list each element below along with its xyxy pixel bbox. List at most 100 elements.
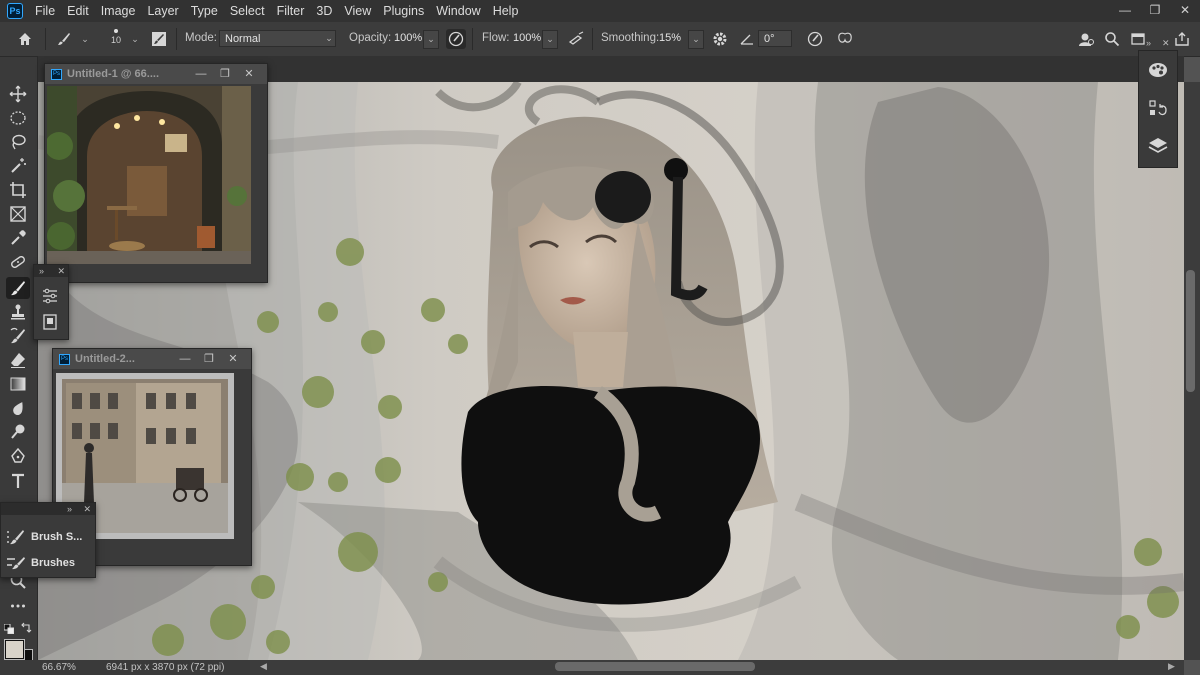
mode-select[interactable]: Normal (219, 30, 336, 47)
chevron-down-icon[interactable]: ⌄ (78, 31, 92, 48)
opacity-value: 100% (394, 32, 423, 44)
document-window-untitled-1[interactable]: Ps Untitled-1 @ 66.... — ❐ ✕ (44, 63, 268, 283)
healing-icon[interactable] (6, 251, 30, 273)
brush-size-picker[interactable]: 10 (108, 26, 124, 52)
close-button[interactable]: ✕ (1170, 0, 1200, 22)
photoshop-doc-icon: Ps (59, 353, 70, 365)
eyedropper-icon[interactable] (6, 227, 30, 249)
panel-collapse-icon[interactable]: » (67, 503, 72, 515)
zoom-level[interactable]: 66.67% (42, 660, 76, 675)
scroll-left-arrow-icon[interactable]: ◀ (260, 661, 267, 672)
menu-plugins[interactable]: Plugins (377, 0, 430, 22)
doc-minimize-button[interactable]: — (189, 64, 213, 84)
doc-close-button[interactable]: ✕ (221, 349, 245, 369)
document-dimensions: 6941 px x 3870 px (72 ppi) (106, 662, 225, 673)
airbrush-icon[interactable] (566, 29, 586, 49)
vertical-scrollbar-thumb[interactable] (1186, 270, 1195, 392)
right-panel-close-icon[interactable]: ✕ (1162, 38, 1170, 49)
mode-label: Mode: (185, 32, 217, 44)
frame-icon[interactable] (6, 203, 30, 225)
status-bar: 66.67% 6941 px x 3870 px (72 ppi) (0, 660, 250, 675)
brush-icon[interactable] (6, 277, 30, 299)
pen-icon[interactable] (6, 445, 30, 467)
right-panel-collapse-icon[interactable]: » (1146, 38, 1151, 48)
document-window-titlebar[interactable]: Ps Untitled-1 @ 66.... — ❐ ✕ (45, 64, 267, 84)
layers-icon[interactable] (1143, 131, 1173, 161)
magic-wand-icon[interactable] (6, 155, 30, 177)
menu-select[interactable]: Select (224, 0, 271, 22)
panel-close-icon[interactable]: ✕ (57, 265, 65, 277)
reference-image-cafe (45, 86, 251, 264)
doc-minimize-button[interactable]: — (173, 349, 197, 369)
opacity-chevron-icon[interactable]: ⌄ (423, 30, 439, 49)
history-panel-icon[interactable] (1143, 93, 1173, 123)
chevron-down-icon: ⌄ (325, 33, 333, 43)
brush-preset-book-icon[interactable] (41, 313, 59, 334)
angle-value: 0° (764, 33, 775, 45)
menu-help[interactable]: Help (487, 0, 525, 22)
window-controls: — ❐ ✕ (1110, 0, 1200, 22)
color-palette-icon[interactable] (1143, 55, 1173, 85)
document-title: Untitled-1 @ 66.... (67, 68, 160, 80)
gear-icon[interactable] (710, 29, 730, 49)
chevron-down-icon[interactable]: ⌄ (128, 31, 142, 48)
brushes-panel-button[interactable]: Brushes (1, 550, 95, 576)
type-icon[interactable] (6, 470, 30, 492)
workspace-icon[interactable] (1128, 29, 1148, 49)
minimize-button[interactable]: — (1110, 0, 1140, 22)
menu-window[interactable]: Window (430, 0, 486, 22)
adjustments-sliders-icon[interactable] (41, 287, 59, 308)
crop-icon[interactable] (6, 179, 30, 201)
history-brush-icon[interactable] (6, 325, 30, 347)
share-icon[interactable] (1172, 29, 1192, 49)
pressure-opacity-icon[interactable] (446, 29, 466, 49)
flow-input[interactable]: 100% (508, 30, 542, 47)
panel-close-icon[interactable]: ✕ (83, 503, 91, 515)
menu-edit[interactable]: Edit (61, 0, 95, 22)
pressure-size-icon[interactable] (805, 29, 825, 49)
menu-view[interactable]: View (338, 0, 377, 22)
lasso-icon[interactable] (6, 131, 30, 153)
foreground-color-swatch[interactable] (4, 639, 25, 660)
symmetry-icon[interactable] (835, 29, 855, 49)
menu-image[interactable]: Image (95, 0, 142, 22)
ellipse-marquee-icon[interactable] (6, 107, 30, 129)
panel-collapse-icon[interactable]: » (39, 265, 44, 277)
dodge-icon[interactable] (6, 421, 30, 443)
flow-chevron-icon[interactable]: ⌄ (542, 30, 558, 49)
gradient-icon[interactable] (6, 373, 30, 395)
doc-restore-button[interactable]: ❐ (197, 349, 221, 369)
search-icon[interactable] (1102, 29, 1122, 49)
smoothing-chevron-icon[interactable]: ⌄ (688, 30, 704, 49)
document-window-titlebar[interactable]: Ps Untitled-2... — ❐ ✕ (53, 349, 251, 369)
menu-type[interactable]: Type (185, 0, 224, 22)
photoshop-logo[interactable]: Ps (7, 3, 23, 19)
share-user-icon[interactable] (1076, 29, 1096, 49)
brush-settings-panel-button[interactable]: Brush S... (1, 524, 95, 550)
brush-settings-toggle-icon[interactable] (149, 29, 169, 49)
clone-stamp-icon[interactable] (6, 301, 30, 323)
swap-colors-icon[interactable] (20, 622, 32, 634)
move-icon[interactable] (6, 83, 30, 105)
menu-filter[interactable]: Filter (271, 0, 311, 22)
smoothing-input[interactable]: 15% (654, 30, 688, 47)
opacity-input[interactable]: 100% (389, 30, 423, 47)
brushes-icon (1, 554, 31, 572)
default-colors-icon[interactable] (3, 623, 14, 634)
brush-panels-group: » ✕ Brush S... Brushes (0, 502, 96, 578)
home-icon[interactable] (15, 29, 35, 49)
more-icon[interactable] (6, 595, 30, 617)
restore-button[interactable]: ❐ (1140, 0, 1170, 22)
scroll-right-arrow-icon[interactable]: ▶ (1168, 661, 1175, 672)
doc-restore-button[interactable]: ❐ (213, 64, 237, 84)
smoothing-label: Smoothing: (601, 32, 660, 44)
menu-layer[interactable]: Layer (141, 0, 184, 22)
horizontal-scrollbar-thumb[interactable] (555, 662, 755, 671)
brush-tool-preset-icon[interactable] (54, 29, 74, 49)
menu-3d[interactable]: 3D (310, 0, 338, 22)
angle-input[interactable]: 0° (758, 30, 792, 47)
eraser-icon[interactable] (6, 349, 30, 371)
doc-close-button[interactable]: ✕ (237, 64, 261, 84)
blur-icon[interactable] (6, 397, 30, 419)
menu-file[interactable]: File (29, 0, 61, 22)
